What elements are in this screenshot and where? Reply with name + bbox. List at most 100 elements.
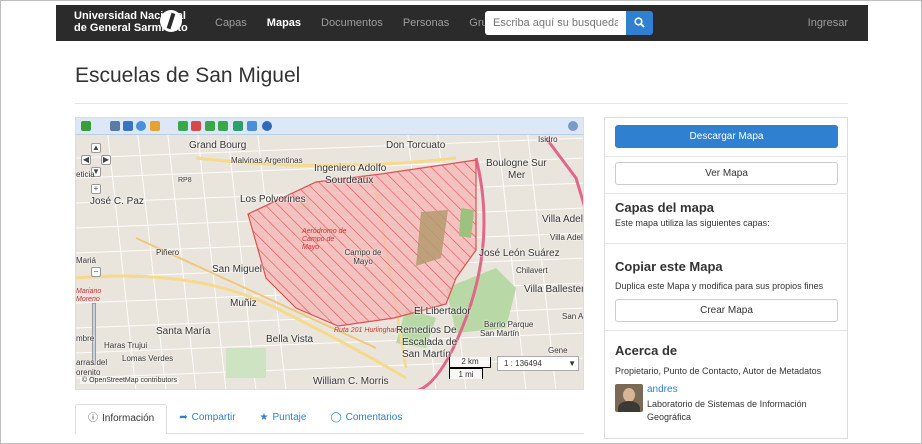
map-label: Escalada de [402, 337, 458, 348]
map-label: Villa Adelina [550, 233, 583, 242]
tab-label: Puntaje [272, 412, 307, 423]
map-label: Campo de Mayo [344, 248, 382, 266]
map-label: San Martín [480, 329, 520, 338]
zoom-in-icon[interactable] [178, 121, 188, 131]
search-button[interactable] [626, 11, 653, 35]
tab-puntaje[interactable]: ★ Puntaje [248, 404, 319, 434]
map-label: mbre [76, 334, 95, 343]
forward-icon[interactable] [218, 121, 228, 131]
map-label: Remedios De [396, 325, 457, 336]
nav-links: Capas Mapas Documentos Personas Grupos [205, 5, 515, 41]
map-label: Bella Vista [266, 334, 314, 345]
chevron-down-icon: ▼ [568, 359, 576, 368]
avatar[interactable] [615, 384, 643, 412]
tab-compartir[interactable]: ➦ Compartir [167, 404, 247, 434]
scale-mi: 1 mi [449, 368, 483, 379]
tab-label: Compartir [191, 412, 236, 423]
map-label: Isidro [538, 135, 558, 144]
zoom-out-button[interactable]: − [91, 267, 101, 277]
map-label: Boulogne Sur [486, 158, 547, 169]
divider [605, 243, 847, 244]
login-link[interactable]: Ingresar [808, 5, 848, 41]
measure-icon[interactable] [150, 121, 160, 131]
map-label: Malvinas Argentinas [231, 156, 303, 165]
layers-icon[interactable] [81, 121, 91, 131]
scale-value: 1 : 136494 [504, 359, 542, 368]
map-label: Grand Bourg [189, 140, 247, 151]
map-label: Piñero [156, 248, 180, 257]
nav-link-capas[interactable]: Capas [205, 5, 257, 41]
google-earth-icon[interactable] [262, 121, 272, 131]
page-title: Escuelas de San Miguel [75, 64, 301, 87]
map-label: Villa Adelina [542, 214, 583, 225]
scale-km: 2 km [449, 357, 491, 368]
scale-select[interactable]: 1 : 136494 ▼ [497, 356, 579, 371]
about-text: Propietario, Punto de Contacto, Autor de… [615, 366, 822, 376]
view-map-button[interactable]: Ver Mapa [615, 162, 838, 185]
about-title: Acerca de [615, 343, 678, 358]
user-link[interactable]: andres [647, 384, 678, 395]
star-icon: ★ [259, 412, 269, 423]
share-icon: ➦ [179, 412, 188, 423]
sidebar: Descargar Mapa Ver Mapa Capas del mapa E… [604, 117, 848, 439]
zoom-out-icon[interactable] [191, 121, 201, 131]
tab-label: Información [102, 413, 155, 424]
back-icon[interactable] [205, 121, 215, 131]
table-icon[interactable] [247, 121, 257, 131]
map-label: William C. Morris [313, 376, 389, 387]
divider [75, 103, 848, 104]
copy-map-text: Duplica este Mapa y modifica para sus pr… [615, 281, 824, 291]
nav-link-documentos[interactable]: Documentos [311, 5, 393, 41]
map-label: Sourdeaux [325, 175, 374, 186]
map-label: arras del [76, 358, 108, 367]
tab-comentarios[interactable]: ◯ Comentarios [318, 404, 414, 434]
map-toolbar [76, 118, 583, 135]
download-map-button[interactable]: Descargar Mapa [615, 125, 838, 148]
nav-link-mapas[interactable]: Mapas [257, 5, 311, 41]
map-label: Mariano Moreno [76, 288, 102, 303]
map-attribution[interactable]: © OpenStreetMap contributors [80, 377, 180, 384]
navbar: Universidad Nacional de General Sarmient… [56, 5, 868, 41]
copy-map-title: Copiar este Mapa [615, 259, 723, 274]
map-label: Mariá [76, 256, 97, 265]
print-icon[interactable] [110, 121, 120, 131]
search-input[interactable] [485, 11, 626, 35]
map-label: Haras Trujui [104, 341, 148, 350]
map-label: Mer [508, 170, 526, 181]
tab-label: Comentarios [345, 412, 403, 423]
tab-informacion[interactable]: ⓘ Información [75, 404, 168, 434]
map-viewer[interactable]: ▲ ◀ ▶ ▼ + − Grand Bourg Don Torcuato Mal… [75, 117, 584, 390]
map-label: José C. Paz [90, 196, 144, 207]
detail-tabs: ⓘ Información ➦ Compartir ★ Puntaje ◯ Coment… [75, 404, 584, 434]
pan-right-button[interactable]: ▶ [101, 155, 111, 165]
pan-up-button[interactable]: ▲ [91, 143, 101, 153]
map-label: San Miguel [212, 264, 263, 275]
map-label: San Martín [402, 349, 451, 360]
map-label: Don Torcuato [386, 140, 446, 151]
layers-title: Capas del mapa [615, 200, 714, 215]
map-label: RP8 [178, 177, 192, 184]
map-label: Santa María [156, 326, 211, 337]
map-label: Lomas Verdes [122, 354, 174, 363]
layers-text: Este mapa utiliza las siguientes capas: [615, 218, 770, 228]
pan-left-button[interactable]: ◀ [81, 155, 91, 165]
map-label: Ruta 201 Hurlingham [334, 327, 401, 334]
university-logo-icon[interactable] [160, 10, 182, 32]
divider [605, 156, 847, 157]
search-icon [634, 17, 645, 28]
map-label: orenito [76, 368, 101, 377]
help-icon[interactable] [568, 121, 578, 131]
extent-icon[interactable] [233, 121, 243, 131]
map-label: Barrio Parque [484, 320, 534, 329]
user-organization: Laboratorio de Sistemas de Información G… [647, 399, 807, 422]
scale-bar: 2 km 1 mi 1 : 136494 ▼ [449, 354, 579, 382]
map-label: Muñiz [230, 298, 257, 309]
zoom-in-button[interactable]: + [91, 184, 101, 194]
nav-link-personas[interactable]: Personas [393, 5, 459, 41]
pan-icon[interactable] [123, 121, 133, 131]
comment-icon: ◯ [330, 412, 342, 423]
create-map-button[interactable]: Crear Mapa [615, 299, 838, 322]
map-label: Chilavert [516, 266, 548, 275]
divider [605, 330, 847, 331]
info-tool-icon[interactable] [136, 121, 146, 131]
